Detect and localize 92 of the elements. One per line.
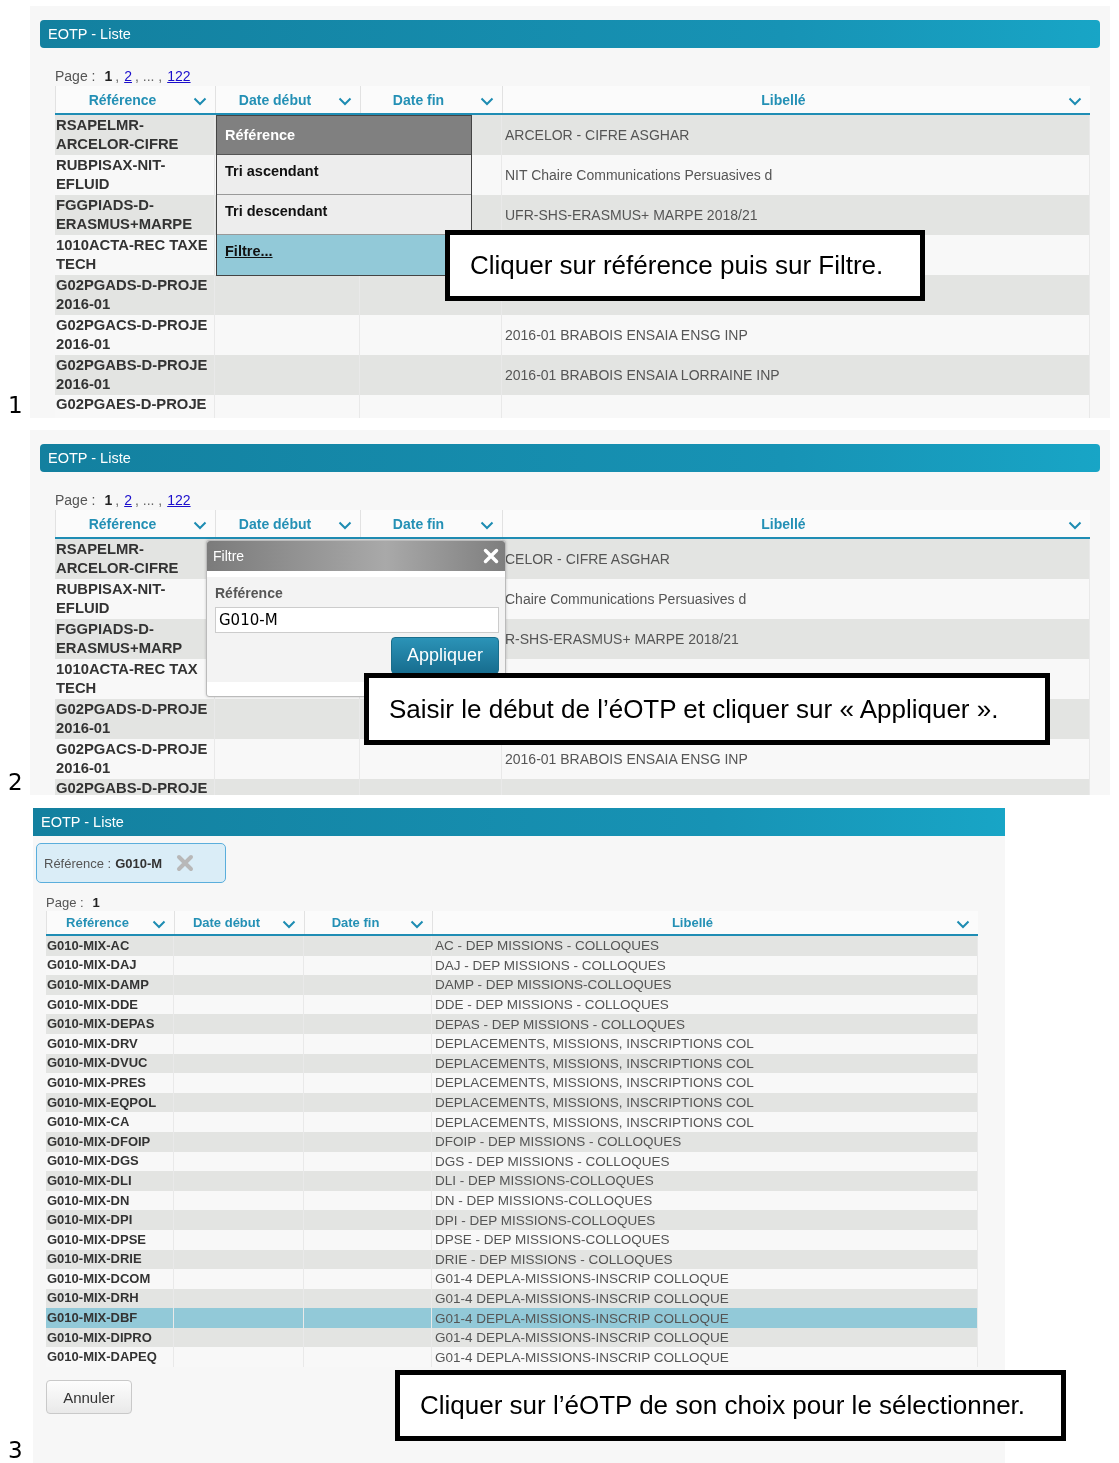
label-cell-text: DEPLACEMENTS, MISSIONS, INSCRIPTIONS COL bbox=[434, 1095, 754, 1111]
window-title: EOTP - Liste bbox=[48, 26, 131, 42]
menu-title: Référence bbox=[217, 116, 471, 155]
reference-cell-text: G02PGABS-D-PROJE bbox=[55, 779, 209, 795]
reference-cell-text: G010-MIX-CA bbox=[46, 1113, 131, 1132]
reference-cell-text: RUBPISAX-NIT-EFLUID bbox=[55, 580, 167, 618]
label-cell-text: DEPLACEMENTS, MISSIONS, INSCRIPTIONS COL bbox=[434, 1114, 754, 1130]
label-cell-text: DN - DEP MISSIONS-COLLOQUES bbox=[434, 1193, 653, 1208]
reference-cell-text: G010-MIX-DAMP bbox=[46, 976, 150, 994]
reference-cell-text: G010-MIX-DCOM bbox=[46, 1269, 152, 1288]
label-cell-text: 2016-01 BRABOIS ENSAIA ENSG INP bbox=[504, 327, 748, 343]
label-cell-text: DEPAS - DEP MISSIONS - COLLOQUES bbox=[434, 1016, 686, 1032]
page-separator: , bbox=[115, 68, 120, 84]
label-cell-text: NIT Chaire Communications Persuasives d bbox=[504, 167, 773, 183]
label-cell-text: R-SHS-ERASMUS+ MARPE 2018/21 bbox=[504, 631, 739, 647]
label-cell-text: G01-4 DEPLA-MISSIONS-INSCRIP COLLOQUE bbox=[434, 1349, 729, 1365]
dialog-title: Filtre bbox=[213, 548, 245, 564]
page-separator: , bbox=[115, 492, 120, 508]
reference-cell-text: G010-MIX-DIPRO bbox=[46, 1328, 153, 1347]
reference-cell-text: G010-MIX-DDE bbox=[46, 995, 140, 1014]
label-cell-text: 2016-01 BRABOIS ENSAIA LORRAINE INP bbox=[504, 367, 780, 383]
reference-cell-text: G02PGADS-D-PROJE 2016-01 bbox=[55, 700, 209, 738]
label-cell-text: G01-4 DEPLA-MISSIONS-INSCRIP COLLOQUE bbox=[434, 1291, 729, 1306]
label-cell-text: AC - DEP MISSIONS - COLLOQUES bbox=[434, 938, 660, 954]
reference-cell-text: G010-MIX-DRIE bbox=[46, 1250, 143, 1269]
step-number: 2 bbox=[8, 769, 23, 795]
label-cell-text: DEPLACEMENTS, MISSIONS, INSCRIPTIONS COL bbox=[434, 1036, 754, 1052]
window-title: EOTP - Liste bbox=[48, 450, 131, 466]
reference-cell-text: RSAPELMR-ARCELOR-CIFRE bbox=[55, 116, 180, 154]
reference-cell-text: G02PGACS-D-PROJE 2016-01 bbox=[55, 740, 209, 778]
reference-cell-text: 1010ACTA-REC TAX TECH bbox=[55, 660, 199, 698]
current-page: 1 bbox=[104, 492, 113, 508]
reference-cell-text: G02PGADS-D-PROJE 2016-01 bbox=[55, 276, 209, 314]
reference-cell-text: G02PGACS-D-PROJE 2016-01 bbox=[55, 316, 209, 354]
reference-cell-text: G010-MIX-DVUC bbox=[46, 1054, 149, 1073]
page-separator: , ... , bbox=[134, 68, 163, 84]
instruction-tooltip: Cliquer sur l’éOTP de son choix pour le sélectionner. bbox=[395, 1370, 1066, 1441]
reference-cell-text: G010-MIX-DRH bbox=[46, 1289, 140, 1308]
reference-cell-text: G010-MIX-PRES bbox=[46, 1073, 147, 1092]
label-cell-text: ARCELOR - CIFRE ASGHAR bbox=[504, 127, 690, 143]
field-label: Référence bbox=[215, 585, 284, 601]
step-number: 3 bbox=[8, 1437, 23, 1463]
reference-cell-text: RSAPELMR-ARCELOR-CIFRE bbox=[55, 540, 180, 578]
reference-cell-text: 1010ACTA-REC TAXE TECH bbox=[55, 236, 209, 274]
page-label: Page : bbox=[55, 492, 96, 508]
label-cell-text: DDE - DEP MISSIONS - COLLOQUES bbox=[434, 997, 669, 1013]
reference-cell-text: G010-MIX-DAJ bbox=[46, 956, 138, 975]
reference-cell-text: G010-MIX-DN bbox=[46, 1191, 131, 1210]
reference-cell-text: G010-MIX-AC bbox=[46, 936, 131, 955]
label-cell-text: DPI - DEP MISSIONS-COLLOQUES bbox=[434, 1212, 656, 1228]
reference-cell-text: G010-MIX-DRV bbox=[46, 1034, 139, 1053]
label-cell-text: CELOR - CIFRE ASGHAR bbox=[504, 551, 670, 567]
reference-cell-text: G010-MIX-DGS bbox=[46, 1152, 140, 1171]
reference-cell-text: G010-MIX-DFOIP bbox=[46, 1132, 152, 1151]
reference-cell-text: G010-MIX-DEPAS bbox=[46, 1015, 156, 1034]
reference-cell-text: G010-MIX-EQPOL bbox=[46, 1093, 158, 1112]
reference-cell-text: G010-MIX-DAPEQ bbox=[46, 1348, 158, 1367]
filter-value: G010-M bbox=[115, 855, 163, 871]
label-cell-text: DPSE - DEP MISSIONS-COLLOQUES bbox=[434, 1232, 670, 1248]
label-cell-text: DLI - DEP MISSIONS-COLLOQUES bbox=[434, 1173, 654, 1189]
filter-label: Référence : bbox=[44, 855, 112, 871]
reference-cell-text: G010-MIX-DPSE bbox=[46, 1230, 147, 1249]
reference-cell-text: G02PGAES-D-PROJE bbox=[55, 395, 208, 414]
label-cell-text: Chaire Communications Persuasives d bbox=[504, 591, 747, 607]
reference-cell-text: FGGPIADS-D-ERASMUS+MARPE bbox=[55, 196, 194, 234]
instruction-tooltip: Cliquer sur référence puis sur Filtre. bbox=[445, 230, 925, 301]
reference-cell-text: RUBPISAX-NIT-EFLUID bbox=[55, 156, 167, 194]
label-cell-text: DGS - DEP MISSIONS - COLLOQUES bbox=[434, 1153, 670, 1169]
reference-cell-text: G010-MIX-DPI bbox=[46, 1211, 134, 1230]
reference-cell-text: FGGPIADS-D-ERASMUS+MARP bbox=[55, 620, 184, 658]
label-cell-text: DRIE - DEP MISSIONS - COLLOQUES bbox=[434, 1251, 673, 1267]
page-label: Page : bbox=[46, 895, 84, 910]
current-page: 1 bbox=[92, 895, 100, 910]
label-cell-text: DEPLACEMENTS, MISSIONS, INSCRIPTIONS COL bbox=[434, 1055, 754, 1071]
page-label: Page : bbox=[55, 68, 96, 84]
current-page: 1 bbox=[104, 68, 113, 84]
step-number: 1 bbox=[8, 392, 23, 418]
label-cell-text: DAJ - DEP MISSIONS - COLLOQUES bbox=[434, 957, 666, 973]
page-separator: , ... , bbox=[134, 492, 163, 508]
label-cell-text: G01-4 DEPLA-MISSIONS-INSCRIP COLLOQUE bbox=[434, 1330, 729, 1346]
label-cell-text: DFOIP - DEP MISSIONS - COLLOQUES bbox=[434, 1134, 682, 1150]
label-cell-text: UFR-SHS-ERASMUS+ MARPE 2018/21 bbox=[504, 207, 758, 223]
reference-cell-text: G02PGABS-D-PROJE 2016-01 bbox=[55, 356, 209, 394]
label-cell-text: G01-4 DEPLA-MISSIONS-INSCRIP COLLOQUE bbox=[434, 1310, 729, 1326]
label-cell-text: G01-4 DEPLA-MISSIONS-INSCRIP COLLOQUE bbox=[434, 1271, 729, 1287]
label-cell-text: 2016-01 BRABOIS ENSAIA ENSG INP bbox=[504, 751, 748, 767]
reference-cell-text: G010-MIX-DLI bbox=[46, 1171, 133, 1190]
reference-cell-text: G010-MIX-DBF bbox=[46, 1309, 139, 1328]
instruction-tooltip: Saisir le début de l’éOTP et cliquer sur « Appliquer ». bbox=[364, 673, 1050, 745]
label-cell-text: DEPLACEMENTS, MISSIONS, INSCRIPTIONS COL bbox=[434, 1075, 754, 1091]
label-cell-text: DAMP - DEP MISSIONS-COLLOQUES bbox=[434, 977, 672, 993]
window-title: EOTP - Liste bbox=[41, 814, 124, 830]
